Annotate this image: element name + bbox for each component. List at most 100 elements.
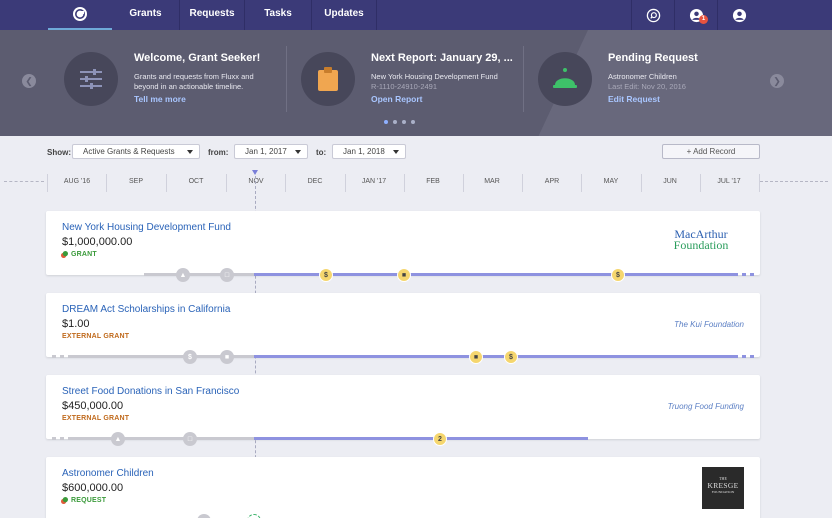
report-icon[interactable]: ■: [397, 268, 411, 282]
record-card[interactable]: Astronomer Children $600,000.00 REQUEST …: [46, 457, 760, 518]
timeline-track-future: [254, 437, 588, 440]
home-logo-button[interactable]: [48, 0, 112, 30]
hero-title: Next Report: January 29, ...: [371, 52, 513, 64]
nav-requests[interactable]: Requests: [180, 0, 244, 30]
payment-icon[interactable]: $: [183, 350, 197, 364]
last-edit-text: Last Edit: Nov 20, 2016: [608, 82, 686, 91]
month-label: JUN: [663, 178, 677, 185]
milestone-icon[interactable]: ▲: [176, 268, 190, 282]
logo-text: Foundation: [673, 238, 729, 252]
search-icon: [646, 8, 660, 22]
carousel-dot[interactable]: [384, 120, 388, 124]
record-title-link[interactable]: Street Food Donations in San Francisco: [62, 386, 239, 397]
today-marker: [252, 170, 258, 175]
month-label: JAN '17: [361, 178, 387, 185]
chevron-left-icon: ❮: [25, 76, 33, 86]
event-cluster-count[interactable]: 2: [433, 432, 447, 446]
nav-tasks[interactable]: Tasks: [245, 0, 311, 30]
carousel-prev-button[interactable]: ❮: [22, 74, 36, 88]
report-icon[interactable]: ■: [220, 350, 234, 364]
timeline-track-future: [254, 355, 738, 358]
record-amount: $600,000.00: [62, 482, 124, 494]
profile-button[interactable]: [718, 0, 760, 30]
record-title-link[interactable]: DREAM Act Scholarships in California: [62, 304, 230, 315]
to-label: to:: [316, 148, 327, 157]
open-report-link[interactable]: Open Report: [371, 94, 422, 104]
carousel-dot[interactable]: [393, 120, 397, 124]
logo-icon: [73, 7, 87, 21]
record-amount: $450,000.00: [62, 400, 124, 412]
carousel-dots: [384, 120, 415, 124]
record-type-badge: EXTERNAL GRANT: [62, 415, 130, 422]
month-label: DEC: [307, 178, 323, 185]
report-icon[interactable]: ■: [469, 350, 483, 364]
funder-name: Truong Food Funding: [667, 402, 744, 411]
tell-me-more-link[interactable]: Tell me more: [134, 94, 186, 104]
show-label: Show:: [47, 148, 71, 157]
payment-icon[interactable]: $: [319, 268, 333, 282]
search-button[interactable]: [632, 0, 674, 30]
add-record-button[interactable]: + Add Record: [662, 144, 760, 159]
carousel-dot[interactable]: [402, 120, 406, 124]
track-dash: [742, 273, 746, 276]
logo-text: KRESGE: [707, 481, 739, 490]
month-label: OCT: [188, 178, 204, 185]
record-card[interactable]: Street Food Donations in San Francisco $…: [46, 375, 760, 446]
request-icon: [61, 497, 68, 504]
hero-text: Astronomer Children: [608, 72, 677, 81]
month-label: FEB: [426, 178, 440, 185]
pending-icon[interactable]: [247, 514, 261, 518]
month-label: MAR: [484, 178, 500, 185]
track-dash: [52, 355, 56, 358]
bell-icon: [553, 68, 577, 88]
hero-text: Grants and requests from Fluxx and: [134, 72, 254, 81]
month-label: JUL '17: [717, 178, 741, 185]
edit-request-link[interactable]: Edit Request: [608, 94, 660, 104]
record-amount: $1.00: [62, 318, 90, 330]
payment-icon[interactable]: $: [611, 268, 625, 282]
axis-dash: [4, 181, 44, 182]
record-title-link[interactable]: Astronomer Children: [62, 468, 154, 479]
to-date-value: Jan 1, 2018: [343, 147, 385, 156]
hero-title: Pending Request: [608, 52, 698, 64]
hero-text: beyond in an actionable timeline.: [134, 82, 244, 91]
kresge-foundation-logo: THE KRESGE FOUNDATION: [702, 467, 744, 509]
show-filter-select[interactable]: Active Grants & Requests: [72, 144, 200, 159]
nav-grants[interactable]: Grants: [112, 0, 179, 30]
document-icon[interactable]: □: [183, 432, 197, 446]
track-dash: [60, 355, 64, 358]
track-dash: [750, 273, 754, 276]
payment-icon[interactable]: $: [504, 350, 518, 364]
hero-text: New York Housing Development Fund: [371, 72, 498, 81]
timeline-axis: AUG '16 SEP OCT NOV DEC JAN '17 FEB MAR …: [0, 170, 832, 198]
record-card[interactable]: New York Housing Development Fund $1,000…: [46, 211, 760, 282]
axis-tick: [759, 174, 760, 192]
caret-down-icon: [295, 150, 301, 154]
milestone-icon[interactable]: [197, 514, 211, 518]
record-type-badge: GRANT: [71, 251, 97, 258]
sliders-icon: [80, 69, 102, 89]
top-nav: Grants Requests Tasks Updates 1: [0, 0, 832, 30]
track-dash: [742, 355, 746, 358]
to-date-select[interactable]: Jan 1, 2018: [332, 144, 406, 159]
hero-panel-pending-request: Pending Request Astronomer Children Last…: [538, 44, 758, 126]
carousel-next-button[interactable]: ❯: [770, 74, 784, 88]
month-label: NOV: [248, 178, 264, 185]
caret-down-icon: [187, 150, 193, 154]
from-label: from:: [208, 148, 229, 157]
month-label: SEP: [128, 178, 143, 185]
record-amount: $1,000,000.00: [62, 236, 133, 248]
notifications-button[interactable]: 1: [675, 0, 717, 30]
record-card[interactable]: DREAM Act Scholarships in California $1.…: [46, 293, 760, 364]
profile-icon: [732, 8, 746, 22]
logo-text: FOUNDATION: [711, 490, 735, 494]
nav-updates[interactable]: Updates: [312, 0, 376, 30]
month-label: MAY: [603, 178, 619, 185]
from-date-select[interactable]: Jan 1, 2017: [234, 144, 308, 159]
milestone-icon[interactable]: ▲: [111, 432, 125, 446]
funder-name: The Kui Foundation: [674, 320, 744, 329]
carousel-dot[interactable]: [411, 120, 415, 124]
record-title-link[interactable]: New York Housing Development Fund: [62, 222, 231, 233]
hero-icon-circle: [301, 52, 355, 106]
document-icon[interactable]: □: [220, 268, 234, 282]
